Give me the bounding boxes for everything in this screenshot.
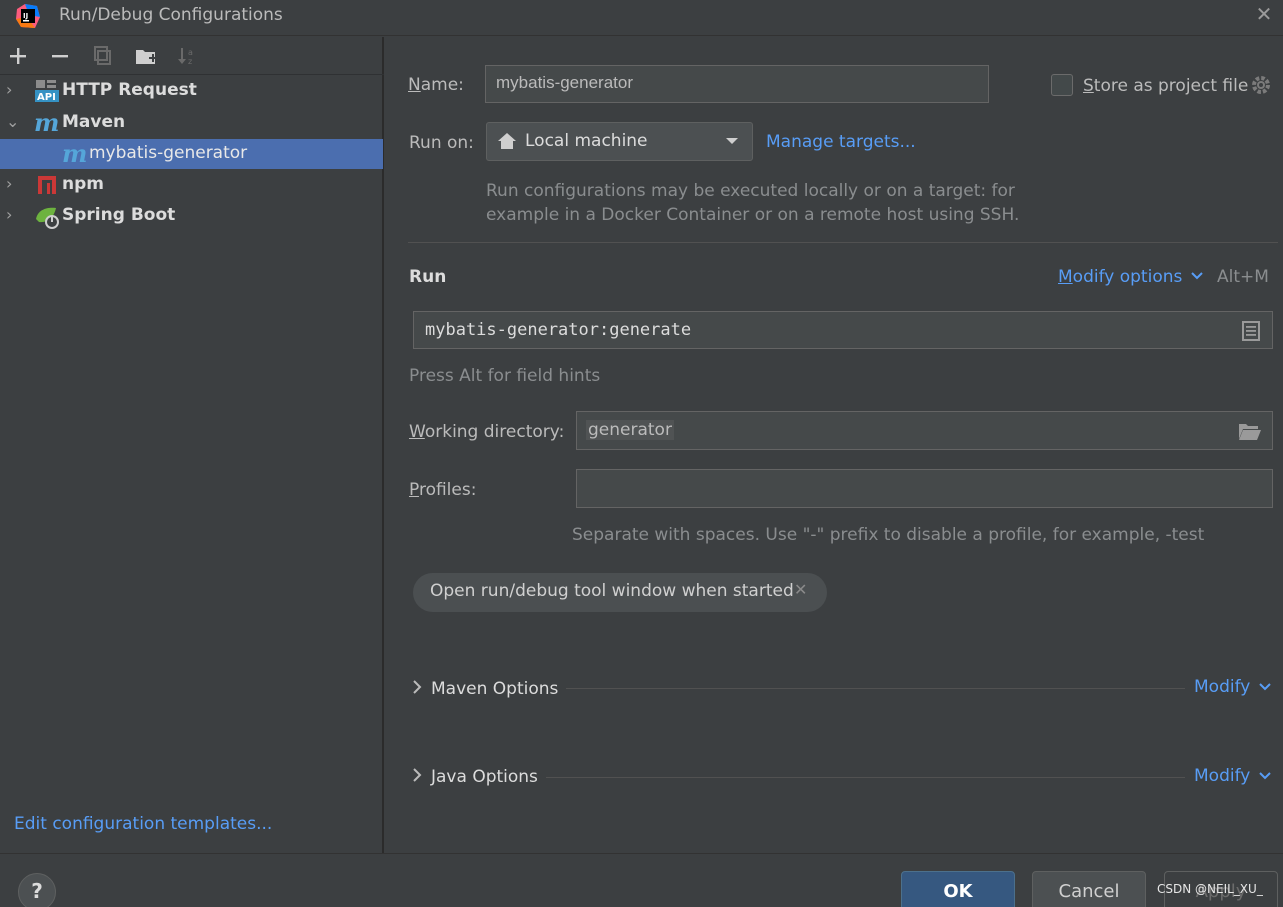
- npm-icon: [37, 175, 57, 200]
- sort-icon[interactable]: az: [175, 43, 201, 69]
- chevron-down-icon: [1257, 679, 1273, 700]
- command-line-value: mybatis-generator:generate: [425, 320, 692, 340]
- run-on-label: Run on:: [409, 133, 474, 153]
- maven-icon: m: [34, 108, 60, 137]
- profiles-hint: Separate with spaces. Use "-" prefix to …: [572, 525, 1205, 545]
- window-title: Run/Debug Configurations: [59, 5, 283, 25]
- home-icon: [497, 131, 517, 156]
- ok-button[interactable]: OK: [901, 871, 1015, 907]
- run-on-dropdown[interactable]: Local machine: [486, 122, 753, 161]
- command-line-field[interactable]: mybatis-generator:generate: [413, 311, 1273, 349]
- cancel-button[interactable]: Cancel: [1032, 871, 1146, 907]
- java-options-title[interactable]: Java Options: [431, 767, 538, 787]
- chevron-right-icon[interactable]: ›: [6, 80, 20, 100]
- svg-text:IJ: IJ: [23, 12, 28, 20]
- intellij-app-icon: IJ: [15, 3, 41, 29]
- working-directory-field[interactable]: generator: [576, 411, 1273, 450]
- profiles-input[interactable]: [577, 470, 1272, 504]
- chevron-right-icon[interactable]: [410, 767, 424, 788]
- modify-options-shortcut: Alt+M: [1217, 267, 1269, 287]
- gear-icon[interactable]: [1249, 73, 1273, 97]
- tree-item-label: Spring Boot: [62, 205, 176, 225]
- working-directory-label: Working directory:: [409, 422, 565, 442]
- divider: [566, 688, 1185, 689]
- working-directory-value: generator: [586, 420, 674, 440]
- expand-text-icon[interactable]: [1241, 320, 1261, 347]
- svg-text:API: API: [37, 92, 56, 103]
- store-as-project-file-checkbox[interactable]: [1051, 74, 1073, 96]
- maven-icon: m: [62, 139, 88, 168]
- edit-configuration-templates-link[interactable]: Edit configuration templates...: [14, 814, 272, 834]
- watermark: CSDN @NEIL_XU_: [1157, 882, 1263, 896]
- run-section-title: Run: [409, 267, 447, 287]
- chevron-down-icon: [725, 133, 739, 153]
- tree-item-label: HTTP Request: [62, 80, 197, 100]
- chevron-down-icon[interactable]: ⌄: [6, 112, 20, 132]
- chevron-right-icon[interactable]: ›: [6, 174, 20, 194]
- divider: [546, 777, 1185, 778]
- svg-text:z: z: [188, 57, 192, 66]
- svg-text:a: a: [188, 48, 193, 57]
- spring-boot-icon: [34, 205, 60, 234]
- store-as-project-file-label: Store as project file: [1083, 76, 1249, 96]
- field-hints-text: Press Alt for field hints: [409, 366, 601, 386]
- name-input[interactable]: [486, 66, 988, 100]
- http-request-icon: API: [34, 79, 60, 108]
- manage-targets-link[interactable]: Manage targets...: [766, 132, 916, 152]
- chevron-right-icon[interactable]: [410, 679, 424, 700]
- profiles-label: Profiles:: [409, 480, 477, 500]
- name-field[interactable]: [485, 65, 989, 103]
- run-on-hint-line1: Run configurations may be executed local…: [486, 181, 1015, 201]
- chevron-down-icon: [1189, 268, 1205, 289]
- tree-item-label: npm: [62, 174, 104, 194]
- tree-item-npm[interactable]: › npm: [0, 170, 383, 200]
- tree-item-http-request[interactable]: › API HTTP Request: [0, 76, 383, 106]
- name-label: Name:: [408, 75, 464, 95]
- divider: [408, 242, 1278, 243]
- close-icon[interactable]: ✕: [794, 580, 807, 599]
- open-tool-window-chip[interactable]: Open run/debug tool window when started …: [413, 573, 827, 612]
- tree-item-label: mybatis-generator: [89, 143, 248, 163]
- maven-options-modify-link[interactable]: Modify: [1194, 677, 1250, 697]
- remove-icon[interactable]: [47, 43, 73, 69]
- add-icon[interactable]: [5, 43, 31, 69]
- run-on-value: Local machine: [525, 131, 648, 151]
- tree-item-mybatis-generator[interactable]: m mybatis-generator: [0, 139, 383, 169]
- chevron-right-icon[interactable]: ›: [6, 205, 20, 225]
- folder-open-icon[interactable]: [1238, 420, 1262, 447]
- maven-options-title[interactable]: Maven Options: [431, 679, 558, 699]
- run-on-hint-line2: example in a Docker Container or on a re…: [486, 205, 1020, 225]
- copy-icon[interactable]: [90, 43, 116, 69]
- new-folder-icon[interactable]: [133, 43, 159, 69]
- close-icon[interactable]: ✕: [1252, 2, 1276, 26]
- chip-label: Open run/debug tool window when started: [430, 581, 794, 601]
- help-button[interactable]: ?: [18, 873, 56, 907]
- java-options-modify-link[interactable]: Modify: [1194, 766, 1250, 786]
- chevron-down-icon: [1257, 768, 1273, 789]
- tree-item-label: Maven: [62, 112, 126, 132]
- profiles-field[interactable]: [576, 469, 1273, 508]
- tree-item-spring-boot[interactable]: › Spring Boot: [0, 201, 383, 231]
- tree-item-maven[interactable]: ⌄ m Maven: [0, 108, 383, 138]
- modify-options-link[interactable]: Modify options: [1058, 267, 1182, 287]
